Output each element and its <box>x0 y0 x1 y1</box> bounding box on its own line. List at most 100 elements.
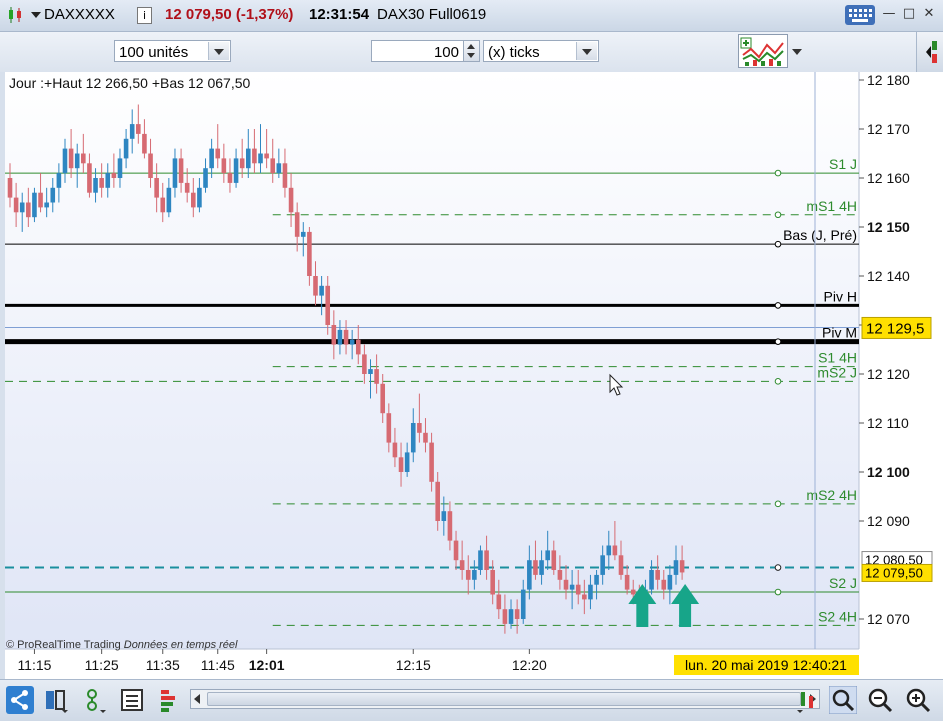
info-icon[interactable]: i <box>137 7 152 24</box>
ticks-unit-select[interactable]: (x) ticks <box>483 40 599 62</box>
candle-body <box>355 339 361 355</box>
order-book-icon[interactable] <box>155 686 183 714</box>
layout-icon[interactable] <box>42 686 70 714</box>
candle-body <box>569 584 575 590</box>
candle-body <box>337 329 343 345</box>
chevron-down-icon[interactable] <box>576 42 597 60</box>
level-label: Piv H <box>824 288 857 304</box>
candle-body <box>533 560 538 575</box>
chevron-down-icon[interactable] <box>208 42 229 60</box>
left-border <box>0 72 5 679</box>
candle-body <box>325 285 331 325</box>
candle-body <box>209 148 214 169</box>
candle-body <box>575 584 581 595</box>
horizontal-scrollbar[interactable] <box>190 689 820 709</box>
level-label: mS2 4H <box>806 487 857 503</box>
candle-body <box>191 192 196 208</box>
candle-body <box>520 589 526 619</box>
level-label: Bas (J, Pré) <box>783 227 857 243</box>
last-price-label: 12 079,50 <box>865 565 923 580</box>
drawing-tools-icon[interactable] <box>82 686 110 714</box>
level-label: S1 J <box>829 156 857 172</box>
candle-body <box>667 574 673 590</box>
candle-body <box>447 511 453 541</box>
candle-body <box>374 369 379 384</box>
instrument-name[interactable]: DAXXXXX <box>44 6 115 23</box>
candle-body <box>551 550 557 570</box>
share-icon[interactable] <box>6 686 34 714</box>
ticks-stepper[interactable] <box>463 40 480 62</box>
level-label: S2 J <box>829 575 857 591</box>
candle-body <box>624 574 630 590</box>
candle-body <box>117 158 123 178</box>
scroll-thumb[interactable] <box>207 692 801 706</box>
zoom-select-icon[interactable] <box>829 686 857 714</box>
candle-body <box>362 354 367 374</box>
candle-body <box>123 138 129 159</box>
level-marker <box>774 338 782 345</box>
x-tick-label: 12:01 <box>249 657 285 673</box>
candle-body <box>294 212 300 237</box>
candle-body <box>539 560 544 575</box>
candle-body <box>472 570 477 580</box>
level-marker <box>774 302 782 309</box>
y-tick-label: 12 110 <box>867 415 909 431</box>
candle-body <box>661 579 667 590</box>
zoom-out-icon[interactable] <box>866 686 894 714</box>
level-marker <box>774 378 782 385</box>
indicators-dropdown-icon[interactable] <box>790 34 804 68</box>
candle-body <box>44 202 49 208</box>
candle-body <box>87 163 92 193</box>
x-tick-label: 11:25 <box>85 657 119 673</box>
level-label: S2 4H <box>818 608 857 624</box>
candle-body <box>56 173 62 188</box>
candle-body <box>594 574 599 585</box>
last-price: 12 079,50 (-1,37%) <box>165 6 294 23</box>
candle-body <box>129 124 135 139</box>
candle-body <box>197 187 202 208</box>
copyright-label: © ProRealTime Trading <box>6 639 121 651</box>
units-select[interactable]: 100 unités <box>114 40 231 62</box>
candle-body <box>465 570 471 580</box>
candle-body <box>563 579 569 590</box>
instrument-dropdown-icon[interactable] <box>31 12 41 18</box>
plot-area[interactable] <box>5 72 859 649</box>
candle-body <box>423 432 428 443</box>
auto-scale-icon[interactable] <box>793 686 821 714</box>
close-icon[interactable]: ✕ <box>921 6 937 22</box>
candle-body <box>38 192 43 208</box>
candle-body <box>81 153 86 164</box>
scroll-left-icon[interactable] <box>194 694 200 704</box>
side-panel-button[interactable] <box>916 32 943 72</box>
candle-body <box>368 369 373 374</box>
maximize-icon[interactable]: □ <box>901 6 917 22</box>
candle-body <box>19 202 25 213</box>
y-tick-label: 12 150 <box>867 219 910 235</box>
candle-body <box>612 545 618 556</box>
clock-time: 12:31:54 <box>309 6 370 23</box>
candle-body <box>203 168 208 188</box>
candle-body <box>453 540 459 561</box>
level-label: Piv M <box>822 325 857 341</box>
list-icon[interactable] <box>118 686 146 714</box>
zoom-in-icon[interactable] <box>904 686 932 714</box>
candle-body <box>417 423 422 433</box>
minimize-icon[interactable]: — <box>881 6 897 22</box>
candle-body <box>105 173 111 188</box>
candle-body <box>136 124 141 134</box>
realtime-note: Données en temps réel <box>124 639 238 651</box>
candle-body <box>386 413 392 443</box>
level-marker <box>774 240 782 248</box>
y-tick-label: 12 070 <box>867 611 910 627</box>
indicators-button[interactable] <box>738 34 788 68</box>
candle-body <box>398 457 404 472</box>
ticks-input[interactable]: 100 <box>371 40 464 62</box>
x-tick-label: 12:15 <box>396 657 431 673</box>
candle-body <box>50 187 56 203</box>
candle-body <box>545 550 550 561</box>
candle-body <box>496 594 502 610</box>
y-tick-label: 12 180 <box>867 72 910 88</box>
keyboard-icon[interactable] <box>845 5 875 25</box>
price-chart[interactable]: S1 JmS1 4HBas (J, Pré)Piv HPiv MS1 4HmS2… <box>0 72 943 679</box>
instrument-full-name: DAX30 Full0619 <box>377 6 487 23</box>
